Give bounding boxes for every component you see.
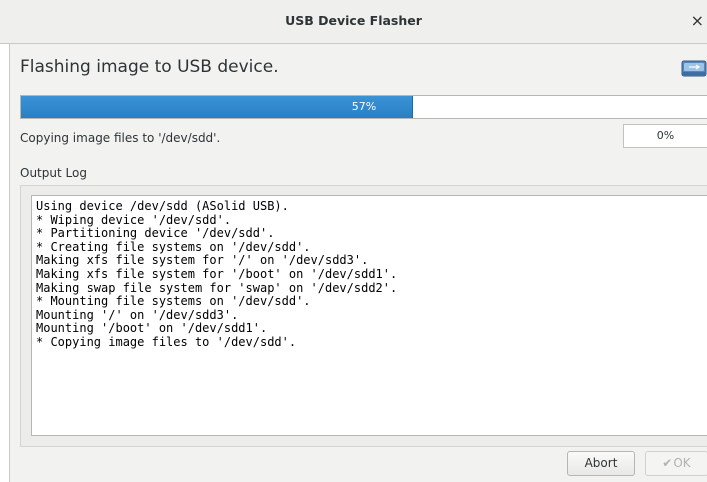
main-progress-bar: 57%	[20, 95, 707, 119]
dialog-content: Flashing image to USB device. 57% Copyin…	[9, 44, 707, 482]
log-line: * Partitioning device '/dev/sdd'.	[36, 226, 275, 241]
log-line: Mounting '/boot' on '/dev/sdd1'.	[36, 321, 268, 336]
ok-button[interactable]: ✔OK	[645, 451, 707, 476]
page-title: Flashing image to USB device.	[20, 57, 279, 77]
sub-progress-bar: 0%	[623, 124, 707, 148]
close-icon[interactable]: ×	[691, 11, 704, 30]
abort-button[interactable]: Abort	[567, 451, 635, 476]
usb-drive-icon	[681, 60, 707, 77]
log-line: Making xfs file system for '/' on '/dev/…	[36, 253, 369, 268]
log-line: * Wiping device '/dev/sdd'.	[36, 212, 232, 227]
check-icon: ✔	[662, 456, 673, 470]
log-line: Using device /dev/sdd (ASolid USB).	[36, 199, 289, 213]
log-line: Making swap file system for 'swap' on '/…	[36, 280, 398, 295]
log-frame: Using device /dev/sdd (ASolid USB). * Wip…	[20, 185, 707, 447]
log-line: * Mounting file systems on '/dev/sdd'.	[36, 294, 311, 309]
log-line: * Creating file systems on '/dev/sdd'.	[36, 239, 311, 254]
output-log[interactable]: Using device /dev/sdd (ASolid USB). * Wip…	[31, 195, 707, 436]
log-line: Mounting '/' on '/dev/sdd3'.	[36, 307, 239, 322]
log-line: * Copying image files to '/dev/sdd'.	[36, 334, 297, 349]
title-bar: USB Device Flasher ×	[0, 0, 707, 44]
main-progress-label: 57%	[351, 100, 377, 113]
log-line: Making xfs file system for '/boot' on '/…	[36, 266, 398, 281]
status-text: Copying image files to '/dev/sdd'.	[20, 131, 221, 145]
log-label: Output Log	[20, 166, 87, 180]
ok-button-label: OK	[673, 456, 691, 470]
window-title: USB Device Flasher	[285, 13, 422, 28]
